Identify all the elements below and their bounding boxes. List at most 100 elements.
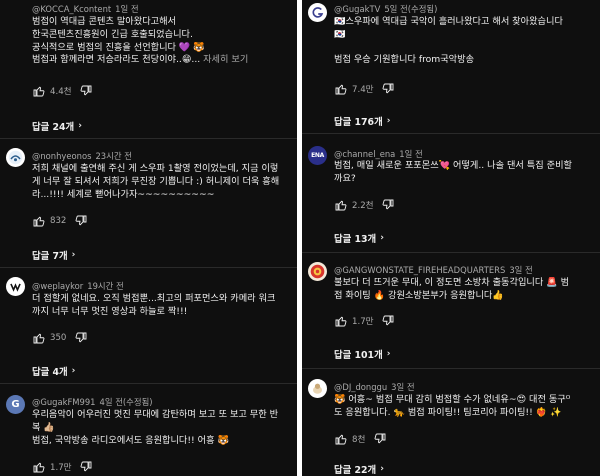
dislike-icon[interactable] [382, 314, 395, 327]
comment-line: 까지 너무 너무 멋진 영상과 하늘로 짝!!! [32, 305, 188, 317]
like-icon[interactable] [334, 432, 347, 445]
replies-toggle[interactable]: 답글 176개 › [334, 114, 390, 128]
comment-divider [302, 252, 600, 253]
comment-line: 도 응원합니다. 🐆 범접 파이팅!! 팀코리아 파이팅!! ❤️‍🔥 ✨ [334, 406, 562, 418]
like-count: 8천 [352, 434, 366, 445]
comment-text: 우리음악이 어우러진 멋진 무대에 감탄하며 보고 또 보고 무한 반 복 👍🏼… [32, 409, 291, 447]
comment-line: 게 너무 잘 되셔서 저희가 무진장 기쁩니다 :) 허니제이 더욱 흥해 [32, 175, 280, 187]
like-count: 2.2천 [352, 200, 374, 211]
dislike-icon[interactable] [382, 198, 395, 211]
avatar[interactable]: G [6, 395, 25, 414]
dislike-icon[interactable] [80, 460, 93, 473]
chevron-right-icon: › [380, 464, 384, 474]
comment-line: 불보다 더 뜨거운 무대, 이 정도면 소방차 출동각입니다 🚨 범 [334, 277, 570, 288]
replies-toggle[interactable]: 답글 13개 › [334, 231, 384, 245]
comment-line: 라...!!!! 세계로 뻗어나가자~~~~~~~~~~ [32, 188, 215, 200]
comment-text: 범접이 역대급 콘텐츠 말아왔다고해서 한국콘텐츠진흥원이 긴급 호출되었습니다… [32, 16, 291, 67]
comment-author[interactable]: @GugakFM991 [32, 397, 96, 407]
comment-line: 범접, 매일 새로운 포포몬쓰💘 어떻게.. 나솔 댄서 특집 준비할 [334, 160, 572, 171]
like-icon[interactable] [32, 331, 45, 344]
comment-line-text: 범접과 함께라면 저승라라도 천당이야..😁... [32, 54, 204, 66]
comment-meta: @channel_ena 1일 전 [334, 148, 423, 160]
comment-age: 4일 전(수정됨) [99, 397, 153, 407]
comment-line: 한국콘텐츠진흥원이 긴급 호출되었습니다. [32, 28, 193, 40]
comment-age: 1일 전 [115, 4, 139, 14]
comment-line: 🇰🇷스우파에 역대급 국악이 흘러나왔다고 해서 찾아왔습니다 [334, 16, 563, 27]
replies-label: 답글 24개 [32, 122, 75, 133]
comment-meta: @GugakTV 5일 전(수정됨) [334, 3, 437, 15]
dislike-icon[interactable] [74, 214, 87, 227]
comment-author[interactable]: @GANGWONSTATE_FIREHEADQUARTERS [334, 265, 505, 275]
like-count: 1.7만 [50, 462, 72, 473]
chevron-right-icon: › [71, 366, 76, 376]
comment-actions: 350 [32, 331, 87, 344]
comment-divider [302, 368, 600, 369]
comment-age: 5일 전(수정됨) [384, 4, 438, 14]
comment-line: 🐯 어흥~ 범접 무대 감히 범접할 수가 없네유~😍 대전 동구ᴼ [334, 394, 571, 405]
comment-meta: @weplaykor 19시간 전 [32, 280, 124, 292]
comment-actions: 1.7만 [32, 460, 93, 473]
comment-line: 공식적으로 범접의 진흥을 선언합니다 💜 🐯 [32, 41, 205, 53]
comment-text: 저희 채널에 출연해 주신 게 스우파 1촬영 전이었는데, 지금 이렇 게 너… [32, 163, 291, 201]
comment-author[interactable]: @nonhyeonos [32, 151, 91, 161]
comment-age: 3일 전 [509, 265, 533, 275]
comment-text: 더 접할게 없네요. 오직 범접뿐...최고의 퍼포먼스와 카메라 워크 까지 … [32, 293, 291, 319]
comment-actions: 832 [32, 214, 87, 227]
like-icon[interactable] [32, 214, 45, 227]
comment-line: 범접이 역대급 콘텐츠 말아왔다고해서 [32, 16, 177, 27]
replies-toggle[interactable]: 답글 7개 › [32, 248, 75, 262]
like-count: 4.4천 [50, 86, 72, 97]
comment-text: 불보다 더 뜨거운 무대, 이 정도면 소방차 출동각입니다 🚨 범 접 화이팅… [334, 277, 594, 303]
read-more-link[interactable]: 자세히 보기 [203, 54, 248, 65]
avatar[interactable] [6, 148, 25, 167]
replies-toggle[interactable]: 답글 24개 › [32, 119, 82, 133]
comment-line: 까요? [334, 172, 356, 184]
chevron-right-icon: › [78, 121, 82, 131]
comment-divider [0, 267, 297, 268]
comment-author[interactable]: @GugakTV [334, 4, 380, 14]
avatar[interactable]: ENA [308, 146, 327, 165]
comment-line: 우리음악이 어우러진 멋진 무대에 감탄하며 보고 또 보고 무한 반 [32, 409, 279, 420]
comment-line: 🇰🇷 [334, 28, 346, 40]
comment-text: 범접, 매일 새로운 포포몬쓰💘 어떻게.. 나솔 댄서 특집 준비할 까요? [334, 160, 594, 186]
comment-meta: @GANGWONSTATE_FIREHEADQUARTERS 3일 전 [334, 264, 533, 276]
comment-author[interactable]: @channel_ena [334, 149, 395, 159]
replies-toggle[interactable]: 답글 4개 › [32, 364, 75, 378]
dislike-icon[interactable] [373, 432, 386, 445]
comment-age: 19시간 전 [87, 281, 124, 291]
avatar[interactable] [6, 277, 25, 296]
comment-line [334, 42, 594, 55]
comment-divider [302, 133, 600, 134]
comment-author[interactable]: @weplaykor [32, 281, 83, 291]
comment-author[interactable]: @KOCCA_Kcontent [32, 4, 111, 14]
comment-actions: 7.4만 [334, 82, 395, 95]
like-icon[interactable] [334, 314, 347, 327]
replies-label: 답글 101개 [334, 350, 383, 361]
comment-line: 복 👍🏼 [32, 421, 55, 433]
comment-text: 🇰🇷스우파에 역대급 국악이 흘러나왔다고 해서 찾아왔습니다 🇰🇷 범접 우승… [334, 16, 594, 67]
replies-label: 답글 13개 [334, 234, 377, 245]
like-icon[interactable] [334, 82, 347, 95]
left-comments-panel: @KOCCA_Kcontent 1일 전 범접이 역대급 콘텐츠 말아왔다고해서 … [0, 0, 297, 476]
like-count: 350 [50, 332, 67, 343]
avatar[interactable] [308, 262, 327, 281]
dislike-icon[interactable] [80, 84, 93, 97]
replies-toggle[interactable]: 답글 101개 › [334, 347, 390, 361]
replies-toggle[interactable]: 답글 22개 › [334, 462, 384, 476]
like-icon[interactable] [334, 198, 347, 211]
avatar[interactable] [308, 3, 327, 22]
like-icon[interactable] [32, 460, 45, 473]
comment-divider [0, 138, 297, 139]
dislike-icon[interactable] [382, 82, 395, 95]
replies-label: 답글 176개 [334, 117, 383, 128]
comment-line: 저희 채널에 출연해 주신 게 스우파 1촬영 전이었는데, 지금 이렇 [32, 163, 279, 174]
comment-author[interactable]: @DJ_donggu [334, 382, 387, 392]
comment-actions: 4.4천 [32, 84, 93, 97]
comment-line: 접 화이팅 🔥 강원소방본부가 응원합니다👍 [334, 289, 504, 301]
replies-label: 답글 22개 [334, 465, 377, 476]
comment-age: 1일 전 [399, 149, 423, 159]
dislike-icon[interactable] [74, 331, 87, 344]
avatar[interactable] [308, 379, 327, 398]
like-icon[interactable] [32, 84, 45, 97]
like-count: 7.4만 [352, 84, 374, 95]
